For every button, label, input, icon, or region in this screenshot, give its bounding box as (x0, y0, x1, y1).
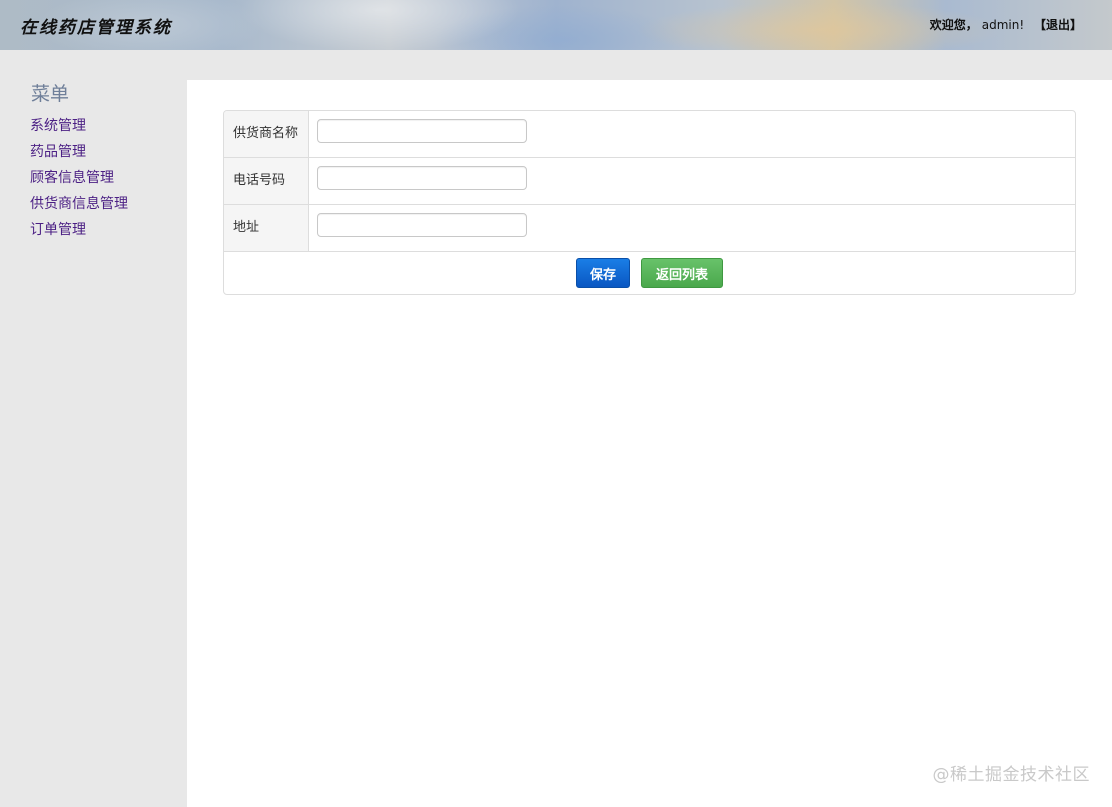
username: admin! (981, 18, 1025, 32)
form-row-supplier-name: 供货商名称 (224, 111, 1075, 158)
sidebar-item-drugs: 药品管理 (30, 142, 128, 168)
save-button[interactable]: 保存 (576, 258, 630, 288)
sidebar-item-system: 系统管理 (30, 116, 128, 142)
supplier-form: 供货商名称 电话号码 地址 保存 返回列表 (223, 110, 1076, 295)
logout-link[interactable]: 【退出】 (1034, 18, 1082, 32)
sidebar-menu: 系统管理 药品管理 顾客信息管理 供货商信息管理 订单管理 (30, 116, 128, 246)
welcome-text: 欢迎您， (929, 18, 978, 32)
form-row-address: 地址 (224, 205, 1075, 252)
sidebar-item-suppliers: 供货商信息管理 (30, 194, 128, 220)
sidebar-link-suppliers[interactable]: 供货商信息管理 (30, 196, 128, 212)
address-label: 地址 (224, 205, 309, 251)
phone-label: 电话号码 (224, 158, 309, 204)
form-row-phone: 电话号码 (224, 158, 1075, 205)
sidebar-link-drugs[interactable]: 药品管理 (30, 144, 86, 160)
user-bar: 欢迎您， admin! 【退出】 (930, 16, 1082, 33)
sidebar-link-system[interactable]: 系统管理 (30, 118, 86, 134)
address-input[interactable] (317, 213, 527, 237)
sidebar: 菜单 系统管理 药品管理 顾客信息管理 供货商信息管理 订单管理 (0, 50, 187, 807)
back-to-list-button[interactable]: 返回列表 (641, 258, 723, 288)
phone-cell (309, 158, 1075, 204)
supplier-name-label: 供货商名称 (224, 111, 309, 157)
phone-input[interactable] (317, 166, 527, 190)
sidebar-item-customers: 顾客信息管理 (30, 168, 128, 194)
supplier-name-input[interactable] (317, 119, 527, 143)
address-cell (309, 205, 1075, 251)
sidebar-item-orders: 订单管理 (30, 220, 128, 246)
app-title: 在线药店管理系统 (20, 18, 172, 38)
sidebar-link-orders[interactable]: 订单管理 (30, 222, 86, 238)
header-banner: 在线药店管理系统 欢迎您， admin! 【退出】 (0, 0, 1112, 50)
sidebar-link-customers[interactable]: 顾客信息管理 (30, 170, 114, 186)
menu-title: 菜单 (31, 83, 70, 105)
form-actions: 保存 返回列表 (224, 252, 1075, 294)
main-content: 供货商名称 电话号码 地址 保存 返回列表 (187, 80, 1112, 807)
supplier-name-cell (309, 111, 1075, 157)
watermark: @稀土掘金技术社区 (932, 765, 1090, 785)
